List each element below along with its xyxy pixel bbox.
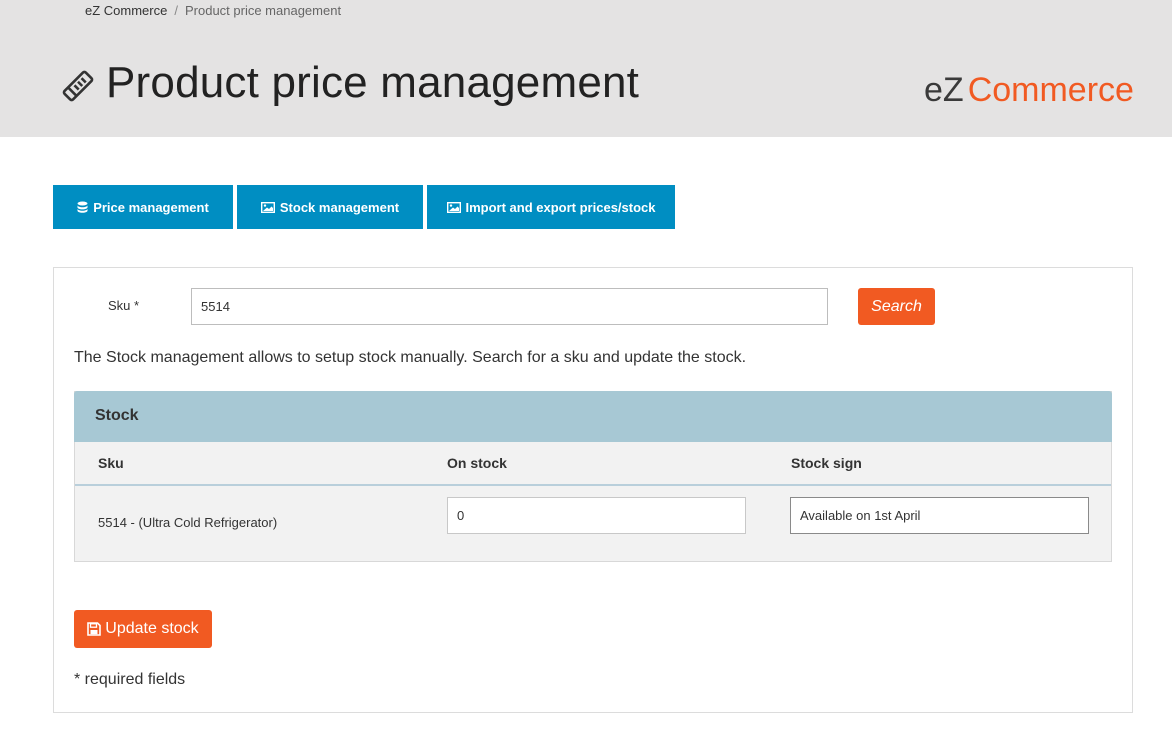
stock-table-header bbox=[74, 391, 1112, 442]
database-icon bbox=[77, 201, 88, 213]
breadcrumb-home[interactable]: eZ Commerce bbox=[85, 3, 167, 18]
header-divider bbox=[75, 484, 1111, 486]
brand-ez: eZ bbox=[924, 71, 964, 109]
column-header-on-stock: On stock bbox=[447, 455, 507, 471]
breadcrumb: eZ Commerce / Product price management bbox=[85, 3, 341, 18]
page-title: Product price management bbox=[106, 58, 640, 107]
tab-label: Price management bbox=[93, 199, 209, 215]
tag-icon bbox=[62, 70, 94, 102]
update-stock-label: Update stock bbox=[105, 620, 199, 637]
on-stock-input[interactable] bbox=[447, 497, 746, 534]
update-stock-button[interactable]: Update stock bbox=[74, 610, 212, 648]
sku-input[interactable] bbox=[191, 288, 828, 325]
search-button[interactable]: Search bbox=[858, 288, 935, 325]
description-text: The Stock management allows to setup sto… bbox=[74, 349, 747, 366]
tab-price-management[interactable]: Price management bbox=[53, 185, 233, 229]
image-icon bbox=[446, 201, 461, 213]
column-header-stock-sign: Stock sign bbox=[791, 455, 862, 471]
save-icon bbox=[87, 622, 102, 636]
stock-title: Stock bbox=[95, 407, 139, 424]
brand-commerce: Commerce bbox=[967, 71, 1134, 109]
brand-logo: eZ Commerce bbox=[924, 71, 1134, 110]
tab-label: Import and export prices/stock bbox=[465, 199, 656, 215]
tab-label: Stock management bbox=[279, 199, 400, 215]
sku-label: Sku * bbox=[108, 298, 140, 313]
column-header-sku: Sku bbox=[98, 455, 124, 471]
stock-sign-input[interactable] bbox=[790, 497, 1089, 534]
tab-import-export[interactable]: Import and export prices/stock bbox=[427, 185, 675, 229]
breadcrumb-separator: / bbox=[174, 3, 178, 18]
breadcrumb-current: Product price management bbox=[184, 3, 342, 18]
tab-stock-management[interactable]: Stock management bbox=[237, 185, 423, 229]
row-sku-value: 5514 - (Ultra Cold Refrigerator) bbox=[98, 515, 278, 530]
required-fields-note: * required fields bbox=[74, 671, 186, 688]
image-icon bbox=[260, 201, 275, 213]
